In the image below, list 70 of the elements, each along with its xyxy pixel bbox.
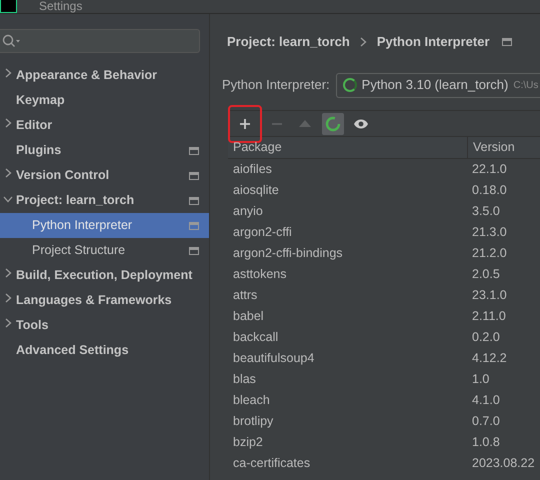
chevron-icon: [4, 293, 12, 304]
table-cell-text: aiofiles: [232, 161, 273, 178]
window-title: Settings: [39, 0, 82, 13]
table-cell-text: anyio: [232, 203, 264, 220]
table-cell-text: 0.7.0: [471, 413, 501, 430]
table-cell-text: 1.0: [471, 371, 490, 388]
sidebar-item[interactable]: Project: learn_torch: [0, 188, 209, 213]
table-cell-text: beautifulsoup4: [232, 350, 316, 368]
table-cell-text: bzip2: [232, 434, 264, 452]
sidebar-item[interactable]: Version Control: [0, 163, 209, 188]
table-cell-text: blas: [232, 371, 257, 388]
project-scope-icon: [189, 172, 199, 180]
table-cell-text: 21.3.0: [471, 224, 508, 242]
chevron-icon: [3, 196, 13, 204]
chevron-icon: [360, 37, 367, 47]
table-cell-text: brotlipy: [232, 413, 274, 430]
add-button[interactable]: [230, 106, 260, 140]
chevron-icon: [4, 168, 12, 178]
table-cell-text: 0.2.0: [471, 329, 501, 346]
table-cell-text: 0.18.0: [471, 182, 508, 200]
chevron-icon: [4, 318, 12, 328]
table-cell-text: 2023.08.22: [471, 455, 536, 472]
app-logo-icon: [0, 0, 17, 13]
sidebar-item[interactable]: Tools: [0, 313, 209, 338]
table-cell-text: argon2-cffi: [232, 224, 293, 242]
interpreter-dropdown[interactable]: Python 3.10 (learn_torch) C:\Us: [336, 72, 540, 98]
chevron-icon: [4, 118, 12, 128]
table-cell-text: argon2-cffi-bindings: [232, 245, 344, 262]
table-cell-text: 23.1.0: [471, 287, 508, 304]
table-cell-text: ca-certificates: [232, 455, 312, 472]
table-cell-text: 2.11.0: [471, 308, 507, 326]
interpreter-label: Python Interpreter:: [222, 76, 330, 94]
table-cell-text: 1.0.8: [471, 434, 501, 452]
sidebar-item[interactable]: Advanced Settings: [0, 338, 209, 363]
column-header[interactable]: Package: [228, 138, 467, 157]
sidebar-item[interactable]: Keymap: [0, 88, 209, 113]
table-cell-text: 21.2.0: [471, 245, 508, 262]
project-scope-icon: [189, 246, 199, 254]
sidebar-item[interactable]: Plugins: [0, 138, 209, 163]
table-cell-text: 22.1.0: [471, 161, 508, 178]
project-scope-icon: [189, 222, 199, 230]
sidebar-item[interactable]: Editor: [0, 113, 209, 138]
search-field[interactable]: [0, 29, 200, 53]
project-scope-icon: [189, 146, 199, 154]
triangle-icon: [299, 120, 311, 128]
project-scope-icon: [189, 196, 199, 204]
add-icon: [239, 118, 251, 130]
table-cell-text: 4.1.0: [471, 392, 501, 410]
table-cell-text: 4.12.2: [471, 350, 508, 368]
table-cell-text: asttokens: [232, 266, 288, 284]
table-cell-text: backcall: [232, 329, 280, 346]
spinner-button[interactable]: [322, 112, 344, 134]
sidebar-item[interactable]: Project Structure: [0, 238, 209, 263]
table-cell-text: bleach: [232, 392, 271, 410]
breadcrumb-item[interactable]: Project: learn_torch: [227, 32, 350, 52]
column-header[interactable]: Version: [467, 136, 540, 158]
spinner-icon: [325, 116, 341, 132]
eye-icon: [353, 118, 369, 130]
breadcrumb-item[interactable]: Python Interpreter: [376, 32, 490, 52]
chevron-icon: [4, 268, 12, 278]
sidebar-item[interactable]: Python Interpreter: [0, 213, 209, 238]
sidebar-item[interactable]: Appearance & Behavior: [0, 63, 209, 88]
table-cell-text: babel: [232, 308, 265, 326]
table-cell-text: aiosqlite: [232, 182, 280, 200]
table-cell-text: 3.5.0: [471, 203, 501, 220]
sidebar-item[interactable]: Build, Execution, Deployment: [0, 263, 209, 288]
table-cell-text: attrs: [232, 287, 258, 304]
sidebar-item[interactable]: Languages & Frameworks: [0, 288, 209, 313]
table-cell-text: 2.0.5: [471, 266, 501, 284]
chevron-icon: [4, 68, 12, 78]
